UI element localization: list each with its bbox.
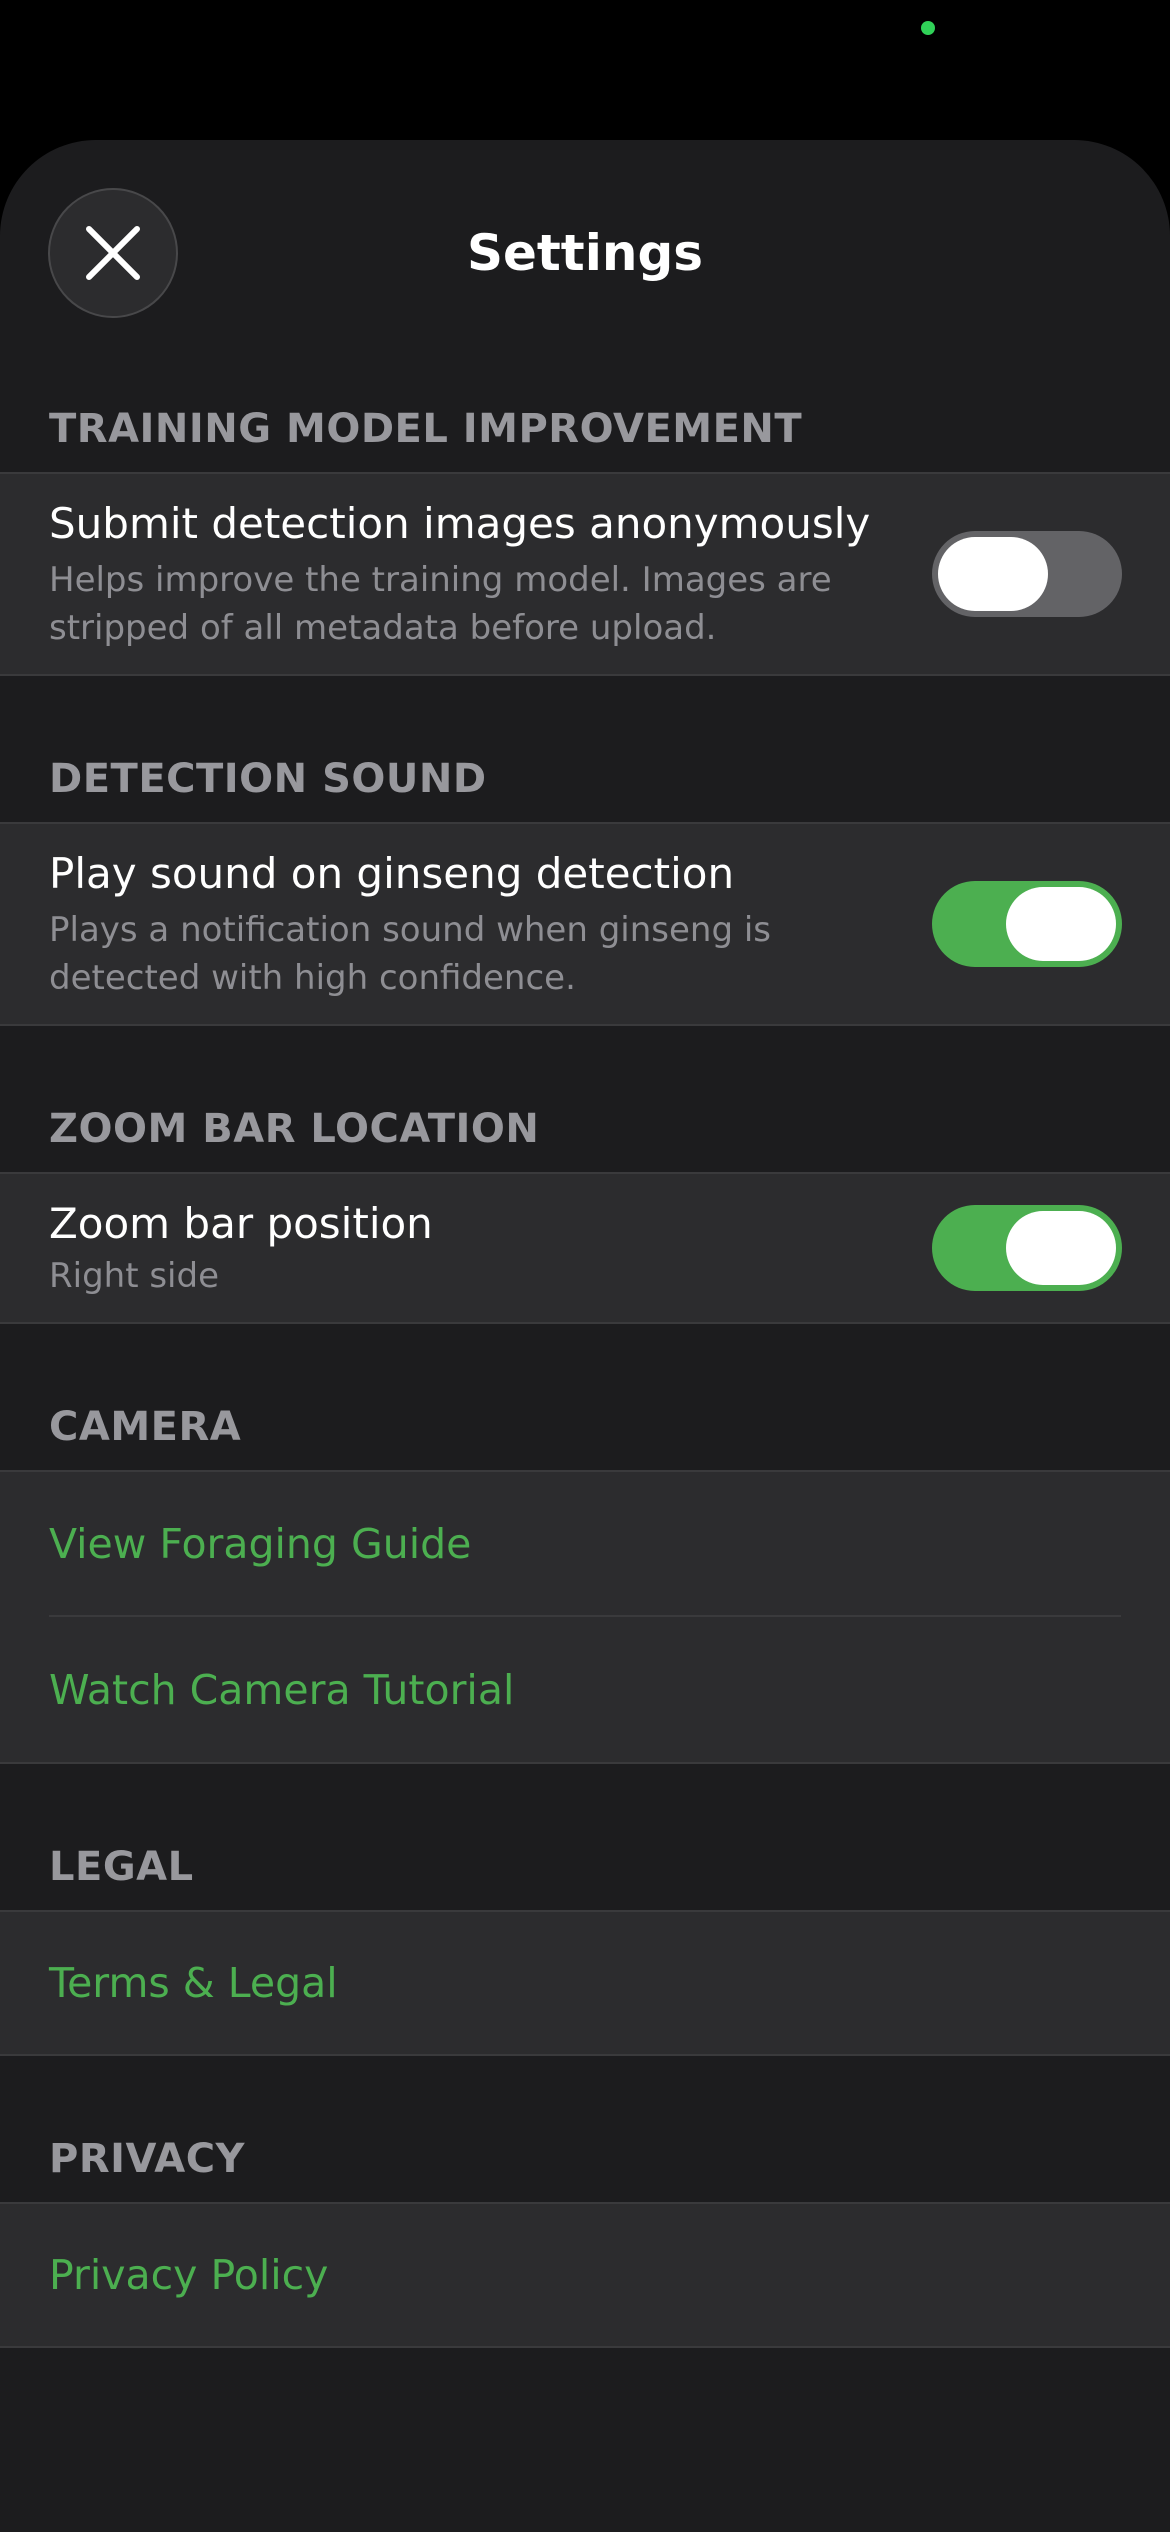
play-sound-text: Play sound on ginseng detection Plays a … bbox=[49, 846, 932, 1002]
play-sound-row: Play sound on ginseng detection Plays a … bbox=[0, 824, 1170, 1024]
play-sound-subtitle: Plays a notification sound when ginseng … bbox=[49, 906, 872, 1002]
zoom-group: Zoom bar position Right side bbox=[0, 1172, 1170, 1324]
zoom-position-title: Zoom bar position bbox=[49, 1199, 433, 1248]
submit-images-title: Submit detection images anonymously bbox=[49, 499, 871, 548]
submit-images-row: Submit detection images anonymously Help… bbox=[0, 474, 1170, 674]
privacy-group: Privacy Policy bbox=[0, 2202, 1170, 2348]
toggle-knob bbox=[1006, 1211, 1116, 1285]
zoom-position-row: Zoom bar position Right side bbox=[0, 1174, 1170, 1322]
section-header-sound: DETECTION SOUND bbox=[49, 756, 487, 802]
zoom-position-subtitle: Right side bbox=[49, 1256, 219, 1296]
zoom-position-toggle[interactable] bbox=[932, 1205, 1122, 1291]
status-bar bbox=[0, 0, 1170, 140]
section-header-zoom: ZOOM BAR LOCATION bbox=[49, 1106, 540, 1152]
section-header-privacy: PRIVACY bbox=[49, 2136, 246, 2182]
sheet-header: Settings bbox=[0, 140, 1170, 370]
training-group: Submit detection images anonymously Help… bbox=[0, 472, 1170, 676]
submit-images-subtitle-line1: Helps improve the training model. Images… bbox=[49, 560, 832, 600]
zoom-position-text: Zoom bar position Right side bbox=[49, 1196, 932, 1300]
play-sound-toggle[interactable] bbox=[932, 881, 1122, 967]
submit-images-subtitle: Helps improve the training model. Images… bbox=[49, 556, 872, 652]
play-sound-subtitle-line2: detected with high confidence. bbox=[49, 958, 576, 998]
settings-sheet: Settings TRAINING MODEL IMPROVEMENT Subm… bbox=[0, 140, 1170, 2532]
play-sound-subtitle-line1: Plays a notification sound when ginseng … bbox=[49, 910, 772, 950]
section-header-training: TRAINING MODEL IMPROVEMENT bbox=[49, 406, 803, 452]
terms-legal-link[interactable]: Terms & Legal bbox=[0, 1912, 1170, 2054]
privacy-policy-link[interactable]: Privacy Policy bbox=[0, 2204, 1170, 2346]
toggle-knob bbox=[1006, 887, 1116, 961]
microphone-indicator-icon bbox=[921, 21, 935, 35]
submit-images-text: Submit detection images anonymously Help… bbox=[49, 496, 932, 652]
submit-images-subtitle-line2: stripped of all metadata before upload. bbox=[49, 608, 717, 648]
sound-group: Play sound on ginseng detection Plays a … bbox=[0, 822, 1170, 1026]
submit-images-toggle[interactable] bbox=[932, 531, 1122, 617]
section-header-camera: CAMERA bbox=[49, 1404, 242, 1450]
page-title: Settings bbox=[466, 224, 703, 282]
camera-group: View Foraging Guide Watch Camera Tutoria… bbox=[0, 1470, 1170, 1764]
section-header-legal: LEGAL bbox=[49, 1844, 194, 1890]
legal-group: Terms & Legal bbox=[0, 1910, 1170, 2056]
play-sound-title: Play sound on ginseng detection bbox=[49, 849, 735, 898]
view-foraging-guide-link[interactable]: View Foraging Guide bbox=[0, 1472, 1170, 1615]
toggle-knob bbox=[938, 537, 1048, 611]
watch-camera-tutorial-link[interactable]: Watch Camera Tutorial bbox=[0, 1617, 1170, 1762]
